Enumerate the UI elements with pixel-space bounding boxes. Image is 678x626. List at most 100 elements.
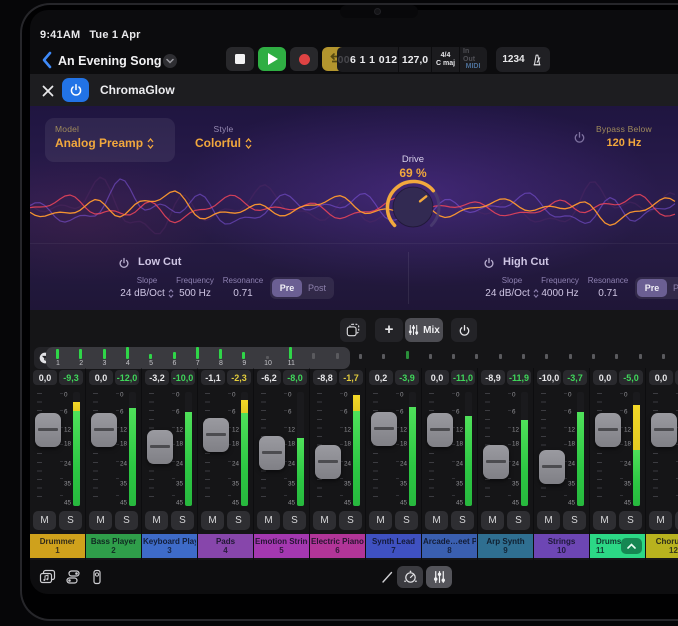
bypass-power-button[interactable] <box>573 131 586 144</box>
stop-button[interactable] <box>226 47 254 71</box>
fader-value[interactable]: -3,2 <box>145 370 169 385</box>
track-label[interactable]: Arp Synth 9 <box>478 534 533 558</box>
fader-handle[interactable] <box>595 413 621 447</box>
peak-value[interactable]: -9,3 <box>59 370 83 385</box>
solo-button[interactable]: S <box>171 511 194 530</box>
plugins-button[interactable] <box>64 568 82 586</box>
record-button[interactable] <box>290 47 318 71</box>
loop-browser-button[interactable] <box>38 568 56 586</box>
solo-button[interactable]: S <box>227 511 250 530</box>
fader-value[interactable]: 0,0 <box>89 370 113 385</box>
mute-button[interactable]: M <box>201 511 224 530</box>
fader-handle[interactable] <box>259 436 285 470</box>
fader-handle[interactable] <box>539 450 565 484</box>
post-option[interactable]: Post <box>302 279 332 297</box>
mute-button[interactable]: M <box>257 511 280 530</box>
peak-value[interactable]: -11,0 <box>451 370 475 385</box>
back-button[interactable] <box>40 51 54 69</box>
fader-handle[interactable] <box>315 445 341 479</box>
peak-value[interactable]: -1,7 <box>339 370 363 385</box>
drive-knob[interactable] <box>381 174 445 238</box>
peak-value[interactable]: -10,0 <box>171 370 195 385</box>
fader-value[interactable]: -8,8 <box>313 370 337 385</box>
style-selector[interactable]: Style Colorful <box>195 124 252 150</box>
solo-button[interactable]: S <box>563 511 586 530</box>
lowcut-prepost-toggle[interactable]: Pre Post <box>270 277 334 299</box>
mute-button[interactable]: M <box>425 511 448 530</box>
mute-button[interactable]: M <box>369 511 392 530</box>
play-button[interactable] <box>258 47 286 71</box>
mute-button[interactable]: M <box>481 511 504 530</box>
mute-button[interactable]: M <box>649 511 672 530</box>
track-label[interactable]: Chorus V 12 <box>646 534 678 558</box>
highcut-power-button[interactable] <box>483 256 495 268</box>
solo-button[interactable]: S <box>283 511 306 530</box>
level-control[interactable]: Level 0.0 <box>664 124 678 149</box>
mute-button[interactable]: M <box>33 511 56 530</box>
lcd-display[interactable]: 006 1 1 012 127,0 4/4 C maj In Out MIDI <box>337 47 487 72</box>
fader-handle[interactable] <box>483 445 509 479</box>
model-selector[interactable]: Model Analog Preamp <box>45 118 175 162</box>
fader-value[interactable]: 0,0 <box>425 370 449 385</box>
solo-button[interactable]: S <box>507 511 530 530</box>
fader-handle[interactable] <box>371 412 397 446</box>
fader-handle[interactable] <box>203 418 229 452</box>
pre-option[interactable]: Pre <box>272 279 302 297</box>
controls-button[interactable] <box>88 568 106 586</box>
metronome-icon[interactable] <box>530 53 544 67</box>
mute-button[interactable]: M <box>313 511 336 530</box>
track-label[interactable]: Pads 4 <box>198 534 253 558</box>
solo-button[interactable]: S <box>451 511 474 530</box>
highcut-resonance[interactable]: Resonance 0.71 <box>576 276 640 299</box>
track-label[interactable]: Electric Piano 6 <box>310 534 365 558</box>
lowcut-power-button[interactable] <box>118 256 130 268</box>
track-label[interactable]: Emotion Strings 5 <box>254 534 309 558</box>
mute-button[interactable]: M <box>89 511 112 530</box>
mix-button[interactable]: Mix <box>405 318 443 342</box>
add-button[interactable]: + <box>375 318 403 342</box>
fader-handle[interactable] <box>651 413 677 447</box>
fader-value[interactable]: 0,0 <box>33 370 57 385</box>
knob-view-button[interactable] <box>397 566 423 588</box>
plugin-power-button[interactable] <box>62 78 89 102</box>
count-in-button[interactable]: 1234 <box>502 54 524 65</box>
fader-value[interactable]: -8,9 <box>481 370 505 385</box>
peak-value[interactable]: -5,0 <box>619 370 643 385</box>
fader-handle[interactable] <box>91 413 117 447</box>
lowcut-resonance[interactable]: Resonance 0.71 <box>211 276 275 299</box>
fader-value[interactable]: 0,0 <box>649 370 673 385</box>
solo-button[interactable]: S <box>619 511 642 530</box>
track-label[interactable]: Arcade…eet Pad 8 <box>422 534 477 558</box>
mute-button[interactable]: M <box>537 511 560 530</box>
peak-value[interactable]: -3,7 <box>563 370 587 385</box>
highcut-prepost-toggle[interactable]: Pre Post <box>635 277 678 299</box>
duplicate-button[interactable] <box>340 318 366 342</box>
close-plugin-button[interactable] <box>42 84 54 96</box>
pre-option[interactable]: Pre <box>637 279 667 297</box>
fader-value[interactable]: 0,2 <box>369 370 393 385</box>
song-menu-button[interactable] <box>163 54 177 68</box>
fader-value[interactable]: -6,2 <box>257 370 281 385</box>
solo-button[interactable]: S <box>395 511 418 530</box>
peak-value[interactable]: -12,0 <box>115 370 139 385</box>
solo-button[interactable]: S <box>115 511 138 530</box>
peak-value[interactable]: -3,9 <box>395 370 419 385</box>
fader-value[interactable]: 0,0 <box>593 370 617 385</box>
track-label[interactable]: Drums 11 <box>590 534 645 558</box>
track-label[interactable]: Drummer 1 <box>30 534 85 558</box>
mute-button[interactable]: M <box>145 511 168 530</box>
fader-value[interactable]: -10,0 <box>537 370 561 385</box>
faders-view-button[interactable] <box>426 566 452 588</box>
peak-value[interactable]: -11,9 <box>507 370 531 385</box>
fader-value[interactable]: -1,1 <box>201 370 225 385</box>
track-label[interactable]: Synth Lead 7 <box>366 534 421 558</box>
track-label[interactable]: Bass Player 2 <box>86 534 141 558</box>
solo-button[interactable]: S <box>339 511 362 530</box>
bypass-below-control[interactable]: Bypass Below 120 Hz <box>596 124 652 149</box>
solo-button[interactable]: S <box>59 511 82 530</box>
track-label[interactable]: Strings 10 <box>534 534 589 558</box>
peak-value[interactable]: -2,3 <box>227 370 251 385</box>
fader-handle[interactable] <box>147 430 173 464</box>
fader-handle[interactable] <box>35 413 61 447</box>
collapse-track-button[interactable] <box>621 538 642 554</box>
